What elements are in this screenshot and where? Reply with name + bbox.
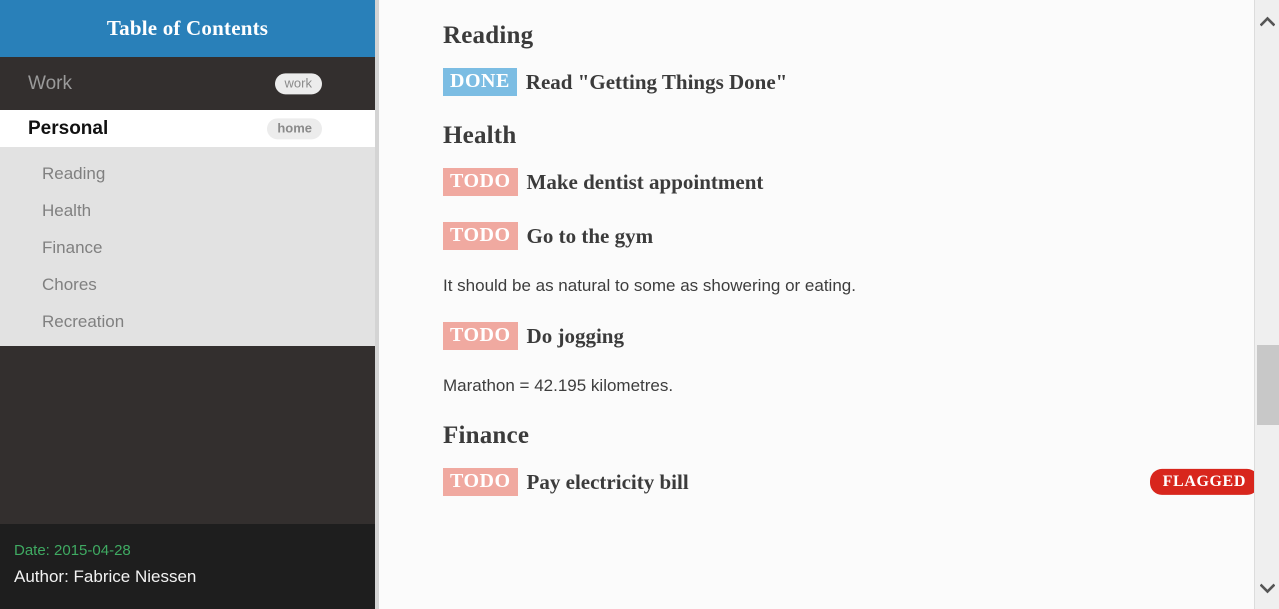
sidebar-item-reading[interactable]: Reading bbox=[0, 155, 375, 192]
sidebar-item-chores-label: Chores bbox=[42, 274, 97, 294]
sidebar-item-chores[interactable]: Chores bbox=[0, 266, 375, 303]
section-heading-reading: Reading bbox=[443, 22, 534, 49]
section-heading-finance: Finance bbox=[443, 422, 530, 449]
chevron-up-icon[interactable] bbox=[1255, 8, 1279, 34]
flagged-tag[interactable]: FLAGGED bbox=[1149, 468, 1259, 496]
todo-item[interactable]: TODO Go to the gym bbox=[443, 222, 1279, 250]
sidebar-item-personal-label: Personal bbox=[28, 117, 109, 139]
sidebar-tag-work[interactable]: work bbox=[274, 72, 322, 95]
scrollbar-track[interactable] bbox=[1255, 0, 1279, 609]
document-author: Author: Fabrice Niessen bbox=[14, 567, 197, 586]
sidebar-header-title: Table of Contents bbox=[0, 0, 375, 57]
sidebar-item-work-label: Work bbox=[28, 72, 72, 94]
todo-item-title: Go to the gym bbox=[526, 223, 654, 248]
paragraph-text: It should be as natural to some as showe… bbox=[443, 276, 856, 295]
todo-item-title: Make dentist appointment bbox=[526, 169, 764, 194]
document-content: Reading DONE Read "Getting Things Done" … bbox=[379, 0, 1279, 609]
todo-item[interactable]: TODO Make dentist appointment bbox=[443, 168, 1279, 196]
status-badge-todo[interactable]: TODO bbox=[443, 222, 518, 250]
sidebar-item-health-label: Health bbox=[42, 200, 92, 220]
status-badge-done[interactable]: DONE bbox=[443, 68, 517, 96]
sidebar-item-reading-label: Reading bbox=[42, 163, 106, 183]
paragraph-text: Marathon = 42.195 kilometres. bbox=[443, 376, 674, 395]
status-badge-todo[interactable]: TODO bbox=[443, 322, 518, 350]
sidebar-item-health[interactable]: Health bbox=[0, 192, 375, 229]
sidebar-item-finance[interactable]: Finance bbox=[0, 229, 375, 266]
todo-item-title: Read "Getting Things Done" bbox=[525, 69, 788, 94]
todo-item[interactable]: TODO Pay electricity bill FLAGGED bbox=[443, 468, 1279, 496]
status-badge-todo[interactable]: TODO bbox=[443, 168, 518, 196]
sidebar-item-work[interactable]: Work work bbox=[0, 57, 375, 110]
sidebar-tag-home[interactable]: home bbox=[267, 117, 322, 140]
vertical-scrollbar[interactable] bbox=[1254, 0, 1279, 609]
todo-item[interactable]: TODO Do jogging bbox=[443, 322, 1279, 350]
chevron-down-icon[interactable] bbox=[1255, 575, 1279, 601]
todo-item-title: Pay electricity bill bbox=[526, 469, 689, 494]
sidebar-item-recreation-label: Recreation bbox=[42, 311, 125, 331]
scrollbar-thumb[interactable] bbox=[1257, 345, 1279, 425]
document-date: Date: 2015-04-28 bbox=[14, 542, 131, 559]
sidebar-subitem-list: Reading Health Finance Chores Recreation bbox=[0, 147, 375, 346]
todo-item[interactable]: DONE Read "Getting Things Done" bbox=[443, 68, 1279, 96]
status-badge-todo[interactable]: TODO bbox=[443, 468, 518, 496]
sidebar-footer: Date: 2015-04-28 Author: Fabrice Niessen bbox=[0, 524, 375, 609]
sidebar-item-finance-label: Finance bbox=[42, 237, 103, 257]
section-heading-health: Health bbox=[443, 122, 517, 149]
app-root: Table of Contents Work work Personal hom… bbox=[0, 0, 1279, 609]
sidebar-empty-space bbox=[0, 346, 375, 524]
todo-item-title: Do jogging bbox=[526, 323, 624, 348]
sidebar-item-recreation[interactable]: Recreation bbox=[0, 303, 375, 340]
table-of-contents-sidebar: Table of Contents Work work Personal hom… bbox=[0, 0, 375, 609]
sidebar-item-personal[interactable]: Personal home bbox=[0, 110, 375, 147]
